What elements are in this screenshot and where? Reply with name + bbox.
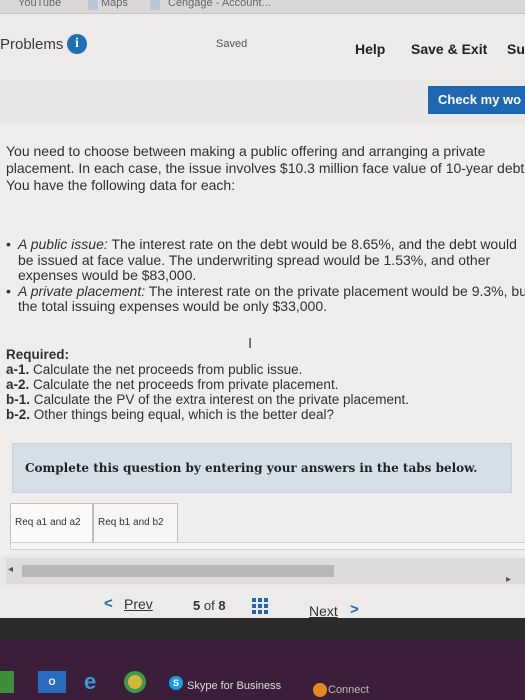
submit-button[interactable]: Su xyxy=(507,41,525,57)
tab-req-a1-a2[interactable]: Req a1 and a2 xyxy=(10,503,93,543)
chrome-icon[interactable] xyxy=(124,671,146,693)
check-my-work-button[interactable]: Check my wo xyxy=(428,86,525,114)
required-list: Required: a-1. Calculate the net proceed… xyxy=(6,347,525,422)
prev-button[interactable]: Prev xyxy=(110,596,153,612)
bullet-dot: • xyxy=(6,236,11,252)
saved-status: Saved xyxy=(216,38,248,50)
required-title: Required: xyxy=(6,347,70,362)
tab-req-b1-b2[interactable]: Req b1 and b2 xyxy=(93,503,178,543)
required-text: Calculate the net proceeds from public i… xyxy=(33,362,303,377)
bookmark-youtube[interactable]: YouTube xyxy=(18,0,61,9)
connect-label[interactable]: Connect xyxy=(328,684,369,696)
tab-panel xyxy=(10,542,525,550)
info-icon[interactable]: i xyxy=(67,34,87,54)
question-content: You need to choose between making a publ… xyxy=(0,125,525,555)
scroll-right-icon[interactable]: ▸ xyxy=(506,574,511,585)
bullet-dot: • xyxy=(6,282,11,299)
outlook-label: O xyxy=(48,677,56,687)
required-item: a-1. Calculate the net proceeds from pub… xyxy=(6,362,525,377)
required-code: b-2. xyxy=(6,407,31,422)
question-intro: You need to choose between making a publ… xyxy=(6,143,525,193)
bullet-key: A private placement: xyxy=(18,282,146,299)
of-label: of xyxy=(203,598,215,613)
required-text: Other things being equal, which is the b… xyxy=(33,407,334,422)
bullet-private-placement: • A private placement: The interest rate… xyxy=(6,282,525,315)
required-code: a-1. xyxy=(6,362,30,377)
data-bullets: • A public issue: The interest rate on t… xyxy=(6,236,525,315)
bullet-key: A public issue: xyxy=(18,236,108,252)
taskbar: O e S Skype for Business Connect xyxy=(0,640,525,700)
page-indicator: 5 of 8 xyxy=(193,598,226,613)
help-button[interactable]: Help xyxy=(355,41,385,57)
horizontal-scrollbar[interactable]: ◂ ▸ xyxy=(6,558,525,585)
instruction-banner: Complete this question by entering your … xyxy=(12,443,512,493)
scroll-thumb[interactable] xyxy=(22,565,334,577)
cengage-icon xyxy=(150,0,160,10)
screen-bezel xyxy=(0,618,525,640)
page-title: Problems xyxy=(0,36,64,53)
save-exit-button[interactable]: Save & Exit xyxy=(411,41,487,57)
prev-label: Prev xyxy=(124,596,153,612)
required-item: a-2. Calculate the net proceeds from pri… xyxy=(6,377,525,392)
current-page: 5 xyxy=(193,598,201,613)
bookmarks-bar: YouTube Maps Cengage - Account... xyxy=(0,0,525,14)
required-item: b-2. Other things being equal, which is … xyxy=(6,407,525,422)
chevron-right-icon[interactable]: > xyxy=(350,601,359,618)
assignment-header: Problems i Saved Help Save & Exit Su xyxy=(0,14,525,80)
required-text: Calculate the net proceeds from private … xyxy=(33,377,339,392)
required-code: b-1. xyxy=(6,392,31,407)
info-glyph: i xyxy=(75,36,79,51)
bullet-public-issue: • A public issue: The interest rate on t… xyxy=(6,236,525,284)
grid-icon[interactable] xyxy=(252,598,270,614)
next-button[interactable]: Next xyxy=(309,603,338,619)
outlook-icon[interactable]: O xyxy=(38,671,66,693)
bookmark-maps[interactable]: Maps xyxy=(101,0,128,9)
bookmark-cengage[interactable]: Cengage - Account... xyxy=(168,0,271,9)
internet-explorer-icon[interactable]: e xyxy=(84,671,106,693)
app-icon[interactable] xyxy=(0,671,14,693)
skype-label[interactable]: Skype for Business xyxy=(187,680,281,692)
required-code: a-2. xyxy=(6,377,30,392)
maps-icon xyxy=(88,0,98,10)
required-text: Calculate the PV of the extra interest o… xyxy=(33,392,409,407)
skype-icon[interactable]: S xyxy=(169,676,183,690)
total-pages: 8 xyxy=(218,598,226,613)
connect-icon[interactable] xyxy=(313,683,327,697)
required-item: b-1. Calculate the PV of the extra inter… xyxy=(6,392,525,407)
scroll-left-icon[interactable]: ◂ xyxy=(8,564,13,575)
